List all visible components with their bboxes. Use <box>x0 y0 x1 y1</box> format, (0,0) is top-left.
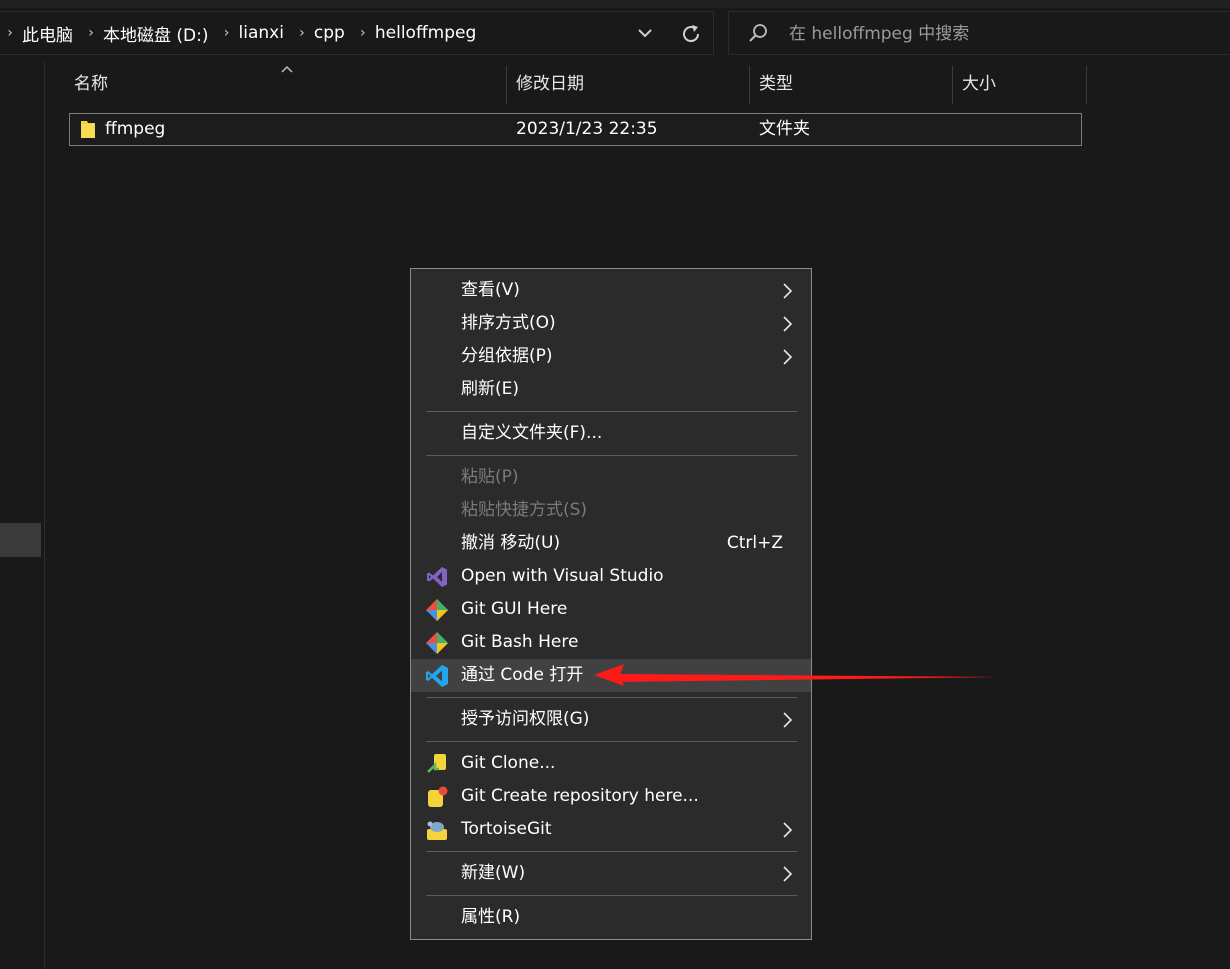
tortoisegit-icon <box>427 821 447 840</box>
menu-item-tortoisegit[interactable]: TortoiseGit <box>411 813 811 846</box>
menu-item-open-visual-studio[interactable]: Open with Visual Studio <box>411 560 811 593</box>
chevron-right-icon <box>783 283 793 299</box>
breadcrumb-item-cpp[interactable]: cpp <box>312 23 347 43</box>
menu-item-sort[interactable]: 排序方式(O) <box>411 307 811 340</box>
menu-item-shortcut: Ctrl+Z <box>726 533 783 553</box>
menu-item-label: 新建(W) <box>461 863 526 883</box>
menu-item-label: 粘贴(P) <box>461 467 519 487</box>
git-clone-icon <box>427 754 446 773</box>
file-name: ffmpeg <box>105 119 166 139</box>
menu-separator <box>426 851 797 852</box>
menu-item-label: Git Create repository here... <box>461 786 699 806</box>
menu-item-group[interactable]: 分组依据(P) <box>411 340 811 373</box>
menu-item-label: 刷新(E) <box>461 379 520 399</box>
chevron-right-icon <box>783 712 793 728</box>
menu-item-label: 分组依据(P) <box>461 346 553 366</box>
column-divider[interactable] <box>1086 66 1087 104</box>
menu-item-label: TortoiseGit <box>461 819 552 839</box>
file-type: 文件夹 <box>759 119 810 139</box>
address-bar[interactable]: › 此电脑 › 本地磁盘 (D:) › lianxi › cpp › hello… <box>0 11 714 55</box>
column-divider[interactable] <box>506 66 507 104</box>
search-box[interactable] <box>728 11 1230 55</box>
breadcrumb-item-lianxi[interactable]: lianxi <box>237 23 286 43</box>
menu-separator <box>426 411 797 412</box>
breadcrumb-separator-icon[interactable]: › <box>0 25 20 41</box>
breadcrumb-separator-icon[interactable]: › <box>81 25 101 41</box>
chevron-right-icon <box>783 349 793 365</box>
menu-item-label: 查看(V) <box>461 280 520 300</box>
breadcrumb-item-drive-d[interactable]: 本地磁盘 (D:) <box>101 21 211 46</box>
menu-item-label: 授予访问权限(G) <box>461 709 590 729</box>
menu-item-git-gui[interactable]: Git GUI Here <box>411 593 811 626</box>
menu-item-git-bash[interactable]: Git Bash Here <box>411 626 811 659</box>
column-header-type[interactable]: 类型 <box>759 62 949 104</box>
column-header-date[interactable]: 修改日期 <box>516 62 746 104</box>
menu-item-label: 属性(R) <box>461 907 521 927</box>
menu-item-label: 通过 Code 打开 <box>461 665 584 685</box>
git-icon <box>426 632 448 654</box>
menu-item-label: 排序方式(O) <box>461 313 556 333</box>
git-create-icon <box>428 786 448 807</box>
title-strip <box>0 0 1230 8</box>
menu-item-label: Git Bash Here <box>461 632 579 652</box>
column-divider[interactable] <box>952 66 953 104</box>
menu-item-git-create-repository[interactable]: Git Create repository here... <box>411 780 811 813</box>
folder-icon <box>81 121 95 138</box>
context-menu: 查看(V) 排序方式(O) 分组依据(P) 刷新(E) 自定义文件夹(F)...… <box>410 268 812 940</box>
annotation-arrow-icon <box>594 664 1000 686</box>
vscode-icon <box>426 665 448 687</box>
menu-item-label: 撤消 移动(U) <box>461 533 561 553</box>
menu-item-properties[interactable]: 属性(R) <box>411 901 811 934</box>
column-header-name[interactable]: 名称 <box>74 62 504 104</box>
menu-item-view[interactable]: 查看(V) <box>411 274 811 307</box>
chevron-right-icon <box>783 822 793 838</box>
menu-item-label: Git Clone... <box>461 753 556 773</box>
file-row-ffmpeg[interactable]: ffmpeg 2023/1/23 22:35 文件夹 <box>69 113 1082 146</box>
menu-separator <box>426 895 797 896</box>
menu-item-paste-shortcut: 粘贴快捷方式(S) <box>411 494 811 527</box>
navigation-pane[interactable] <box>0 62 45 969</box>
menu-item-customize-folder[interactable]: 自定义文件夹(F)... <box>411 417 811 450</box>
breadcrumb-separator-icon[interactable]: › <box>292 25 312 41</box>
search-input[interactable] <box>787 18 1191 50</box>
menu-item-label: 自定义文件夹(F)... <box>461 423 603 443</box>
git-icon <box>426 599 448 621</box>
breadcrumb: › 此电脑 › 本地磁盘 (D:) › lianxi › cpp › hello… <box>0 12 478 54</box>
menu-item-grant-access[interactable]: 授予访问权限(G) <box>411 703 811 736</box>
refresh-icon[interactable] <box>679 22 703 46</box>
menu-item-label: 粘贴快捷方式(S) <box>461 500 588 520</box>
menu-separator <box>426 741 797 742</box>
menu-item-git-clone[interactable]: Git Clone... <box>411 747 811 780</box>
menu-separator <box>426 455 797 456</box>
breadcrumb-separator-icon[interactable]: › <box>217 25 237 41</box>
menu-item-label: Git GUI Here <box>461 599 568 619</box>
menu-item-refresh[interactable]: 刷新(E) <box>411 373 811 406</box>
menu-item-paste: 粘贴(P) <box>411 461 811 494</box>
search-icon <box>749 24 767 42</box>
file-date: 2023/1/23 22:35 <box>516 119 658 139</box>
menu-item-new[interactable]: 新建(W) <box>411 857 811 890</box>
chevron-down-icon[interactable] <box>634 22 656 44</box>
visual-studio-icon <box>427 567 447 587</box>
breadcrumb-item-helloffmpeg[interactable]: helloffmpeg <box>373 23 478 43</box>
menu-item-undo-move[interactable]: 撤消 移动(U) Ctrl+Z <box>411 527 811 560</box>
breadcrumb-item-this-pc[interactable]: 此电脑 <box>20 21 75 46</box>
column-divider[interactable] <box>749 66 750 104</box>
menu-separator <box>426 697 797 698</box>
menu-item-label: Open with Visual Studio <box>461 566 664 586</box>
column-header: 名称 修改日期 类型 大小 <box>46 62 1230 106</box>
chevron-right-icon <box>783 316 793 332</box>
breadcrumb-separator-icon[interactable]: › <box>353 25 373 41</box>
chevron-right-icon <box>783 866 793 882</box>
nav-item-selected[interactable] <box>0 523 41 557</box>
column-header-size[interactable]: 大小 <box>962 62 1082 104</box>
